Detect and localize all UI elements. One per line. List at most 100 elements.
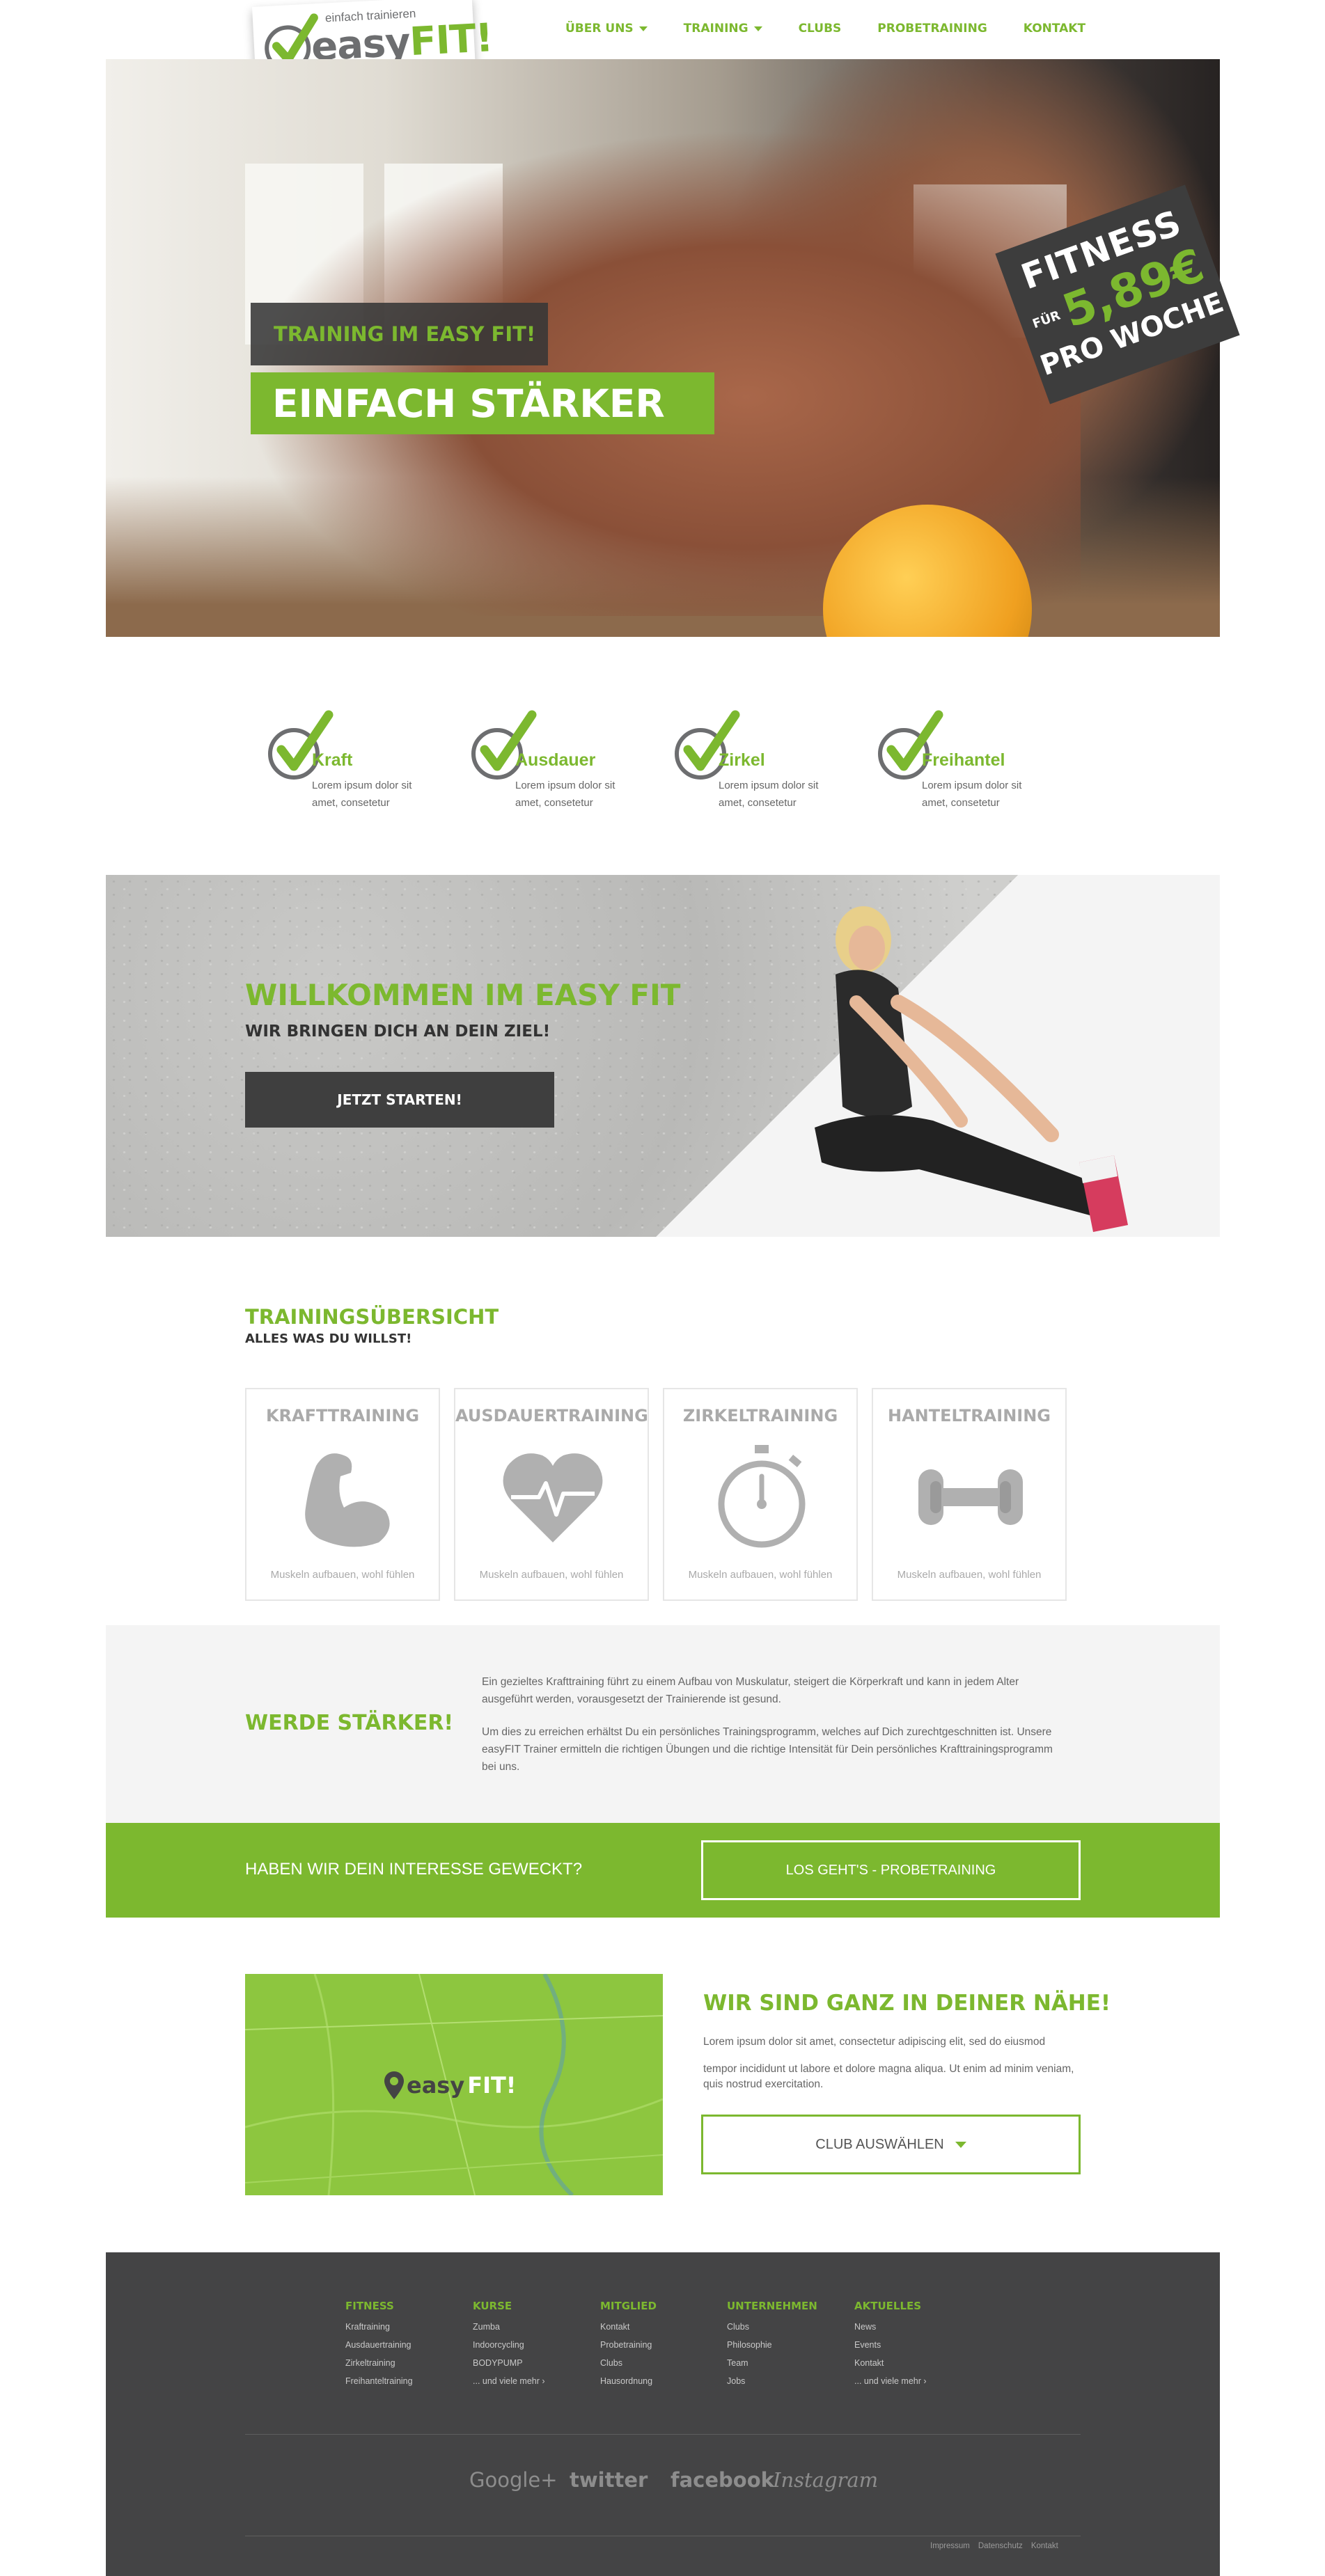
feature-zirkel: Zirkel Lorem ipsum dolor sit amet, conse… [671,706,838,818]
feature-text: Lorem ipsum dolor sit amet, consetetur [922,780,1022,809]
chevron-down-icon [753,26,762,31]
nav-item-kontakt[interactable]: KONTAKT [1024,19,1085,38]
footer-link[interactable]: Indoorcycling [473,2336,591,2354]
feature-title: Kraft [312,750,353,770]
footer-link[interactable]: News [854,2318,973,2336]
footer-link[interactable]: ... und viele mehr › [473,2372,591,2390]
impressum-link[interactable]: Impressum [930,2542,970,2550]
footer-link[interactable]: Ausdauertraining [345,2336,464,2354]
dumbbell-icon [918,1469,1023,1525]
feature-text: Lorem ipsum dolor sit amet, consetetur [515,780,616,809]
stronger-paragraph-1: Ein gezieltes Krafttraining führt zu ein… [482,1676,1019,1705]
card-text: Muskeln aufbauen, wohl fühlen [897,1569,1042,1581]
card-text: Muskeln aufbauen, wohl fühlen [688,1569,833,1581]
overview-title: TRAININGSÜBERSICHT [245,1305,499,1329]
stronger-title: WERDE STÄRKER! [245,1711,454,1735]
footer-link[interactable]: Kontakt [854,2354,973,2372]
map-marker[interactable]: easy FIT! [384,2071,516,2099]
footer-link[interactable]: Zirkeltraining [345,2354,464,2372]
location-paragraph-2: tempor incididunt ut labore et dolore ma… [703,2063,1074,2090]
card-title: AUSDAUERTRAINING [455,1406,648,1425]
footer-column-title: AKTUELLES [854,2300,922,2312]
stretching-athlete-image [815,906,1128,1232]
footer-link[interactable]: Zumba [473,2318,591,2336]
card-text: Muskeln aufbauen, wohl fühlen [270,1569,415,1581]
nav-item-clubs[interactable]: CLUBS [799,19,842,38]
footer-link[interactable]: Freihanteltraining [345,2372,464,2390]
footer-column-title: KURSE [473,2300,512,2312]
kontakt-link[interactable]: Kontakt [1031,2542,1058,2550]
trial-training-button[interactable]: LOS GEHT'S - PROBETRAINING [701,1840,1081,1900]
club-select-dropdown[interactable]: CLUB AUSWÄHLEN [701,2115,1081,2174]
training-card-kraft[interactable]: KRAFTTRAINING Muskeln aufbauen, wohl füh… [245,1388,440,1601]
footer-column-aktuelles: AKTUELLES News Events Kontakt ... und vi… [854,2300,973,2390]
facebook-link[interactable]: facebook [671,2468,774,2492]
card-text: Muskeln aufbauen, wohl fühlen [479,1569,624,1581]
badge-fuer: FÜR [1030,308,1063,332]
footer-column-fitness: FITNESS Kraftraining Ausdauertraining Zi… [345,2300,464,2390]
checkmark-icon [268,710,334,780]
instagram-link[interactable]: Instagram [773,2468,878,2492]
feature-title: Ausdauer [515,750,596,770]
footer-column-unternehmen: UNTERNEHMEN Clubs Philosophie Team Jobs [727,2300,845,2390]
footer-link[interactable]: ... und viele mehr › [854,2372,973,2390]
footer-column-kurse: KURSE Zumba Indoorcycling BODYPUMP ... u… [473,2300,591,2390]
footer-link[interactable]: Kraftraining [345,2318,464,2336]
cta-text: HABEN WIR DEIN INTERESSE GEWECKT? [245,1860,583,1879]
nav-item-probetraining[interactable]: PROBETRAINING [877,19,987,38]
stronger-paragraph-2: Um dies zu erreichen erhältst Du ein per… [482,1726,1053,1773]
chevron-down-icon [955,2141,966,2148]
location-title: WIR SIND GANZ IN DEINER NÄHE! [703,1991,1111,2016]
bicep-icon [305,1453,390,1547]
datenschutz-link[interactable]: Datenschutz [978,2542,1023,2550]
overview-subtitle: ALLES WAS DU WILLST! [245,1332,412,1346]
hero-headline: EINFACH STÄRKER [251,372,714,434]
footer-column-title: MITGLIED [600,2300,657,2312]
chevron-down-icon [638,26,648,31]
footer-link[interactable]: Kontakt [600,2318,719,2336]
main-nav: ÜBER UNS TRAINING CLUBS PROBETRAINING KO… [565,19,1122,38]
footer-link[interactable]: Events [854,2336,973,2354]
checkmark-icon [471,710,537,780]
footer-column-title: UNTERNEHMEN [727,2300,817,2312]
feature-ausdauer: Ausdauer Lorem ipsum dolor sit amet, con… [468,706,635,818]
footer-link[interactable]: BODYPUMP [473,2354,591,2372]
google-plus-link[interactable]: Google+ [469,2468,558,2492]
location-paragraph-1: Lorem ipsum dolor sit amet, consectetur … [703,2036,1046,2048]
footer-column-mitglied: MITGLIED Kontakt Probetraining Clubs Hau… [600,2300,719,2390]
training-card-ausdauer[interactable]: AUSDAUERTRAINING Muskeln aufbauen, wohl … [454,1388,649,1601]
training-card-hantel[interactable]: HANTELTRAINING Muskeln aufbauen, wohl fü… [872,1388,1067,1601]
nav-item-ueber-uns[interactable]: ÜBER UNS [565,19,648,38]
feature-kraft: Kraft Lorem ipsum dolor sit amet, conset… [265,706,432,818]
welcome-title: WILLKOMMEN IM EASY FIT [245,978,681,1012]
footer-legal-links: Impressum Datenschutz Kontakt [930,2542,1058,2550]
footer-link[interactable]: Jobs [727,2372,845,2390]
start-now-button[interactable]: JETZT STARTEN! [245,1072,554,1128]
welcome-subtitle: WIR BRINGEN DICH AN DEIN ZIEL! [245,1022,551,1041]
footer-link[interactable]: Hausordnung [600,2372,719,2390]
footer-link[interactable]: Team [727,2354,845,2372]
stopwatch-icon [718,1445,806,1548]
checkmark-icon [878,710,943,780]
hero-label-training: TRAINING IM EASY FIT! [251,303,548,365]
feature-text: Lorem ipsum dolor sit amet, consetetur [719,780,819,809]
club-select-label: CLUB AUSWÄHLEN [815,2136,944,2152]
footer-column-title: FITNESS [345,2300,394,2312]
map-brand-easy: easy [407,2072,465,2099]
nav-item-training[interactable]: TRAINING [684,19,762,38]
club-map[interactable]: easy FIT! [245,1974,663,2195]
card-title: KRAFTTRAINING [265,1406,420,1425]
map-brand-fit: FIT! [467,2072,517,2099]
twitter-link[interactable]: twitter [570,2468,648,2492]
heart-pulse-icon [503,1453,603,1542]
feature-freihantel: Freihantel Lorem ipsum dolor sit amet, c… [875,706,1042,818]
footer-link[interactable]: Clubs [727,2318,845,2336]
feature-title: Freihantel [922,750,1005,770]
footer-link[interactable]: Clubs [600,2354,719,2372]
feature-text: Lorem ipsum dolor sit amet, consetetur [312,780,412,809]
checkmark-icon [675,710,740,780]
footer-link[interactable]: Probetraining [600,2336,719,2354]
footer-link[interactable]: Philosophie [727,2336,845,2354]
training-card-zirkel[interactable]: ZIRKELTRAINING Muskeln aufbauen, wohl fü… [663,1388,858,1601]
footer-divider [245,2434,1081,2435]
